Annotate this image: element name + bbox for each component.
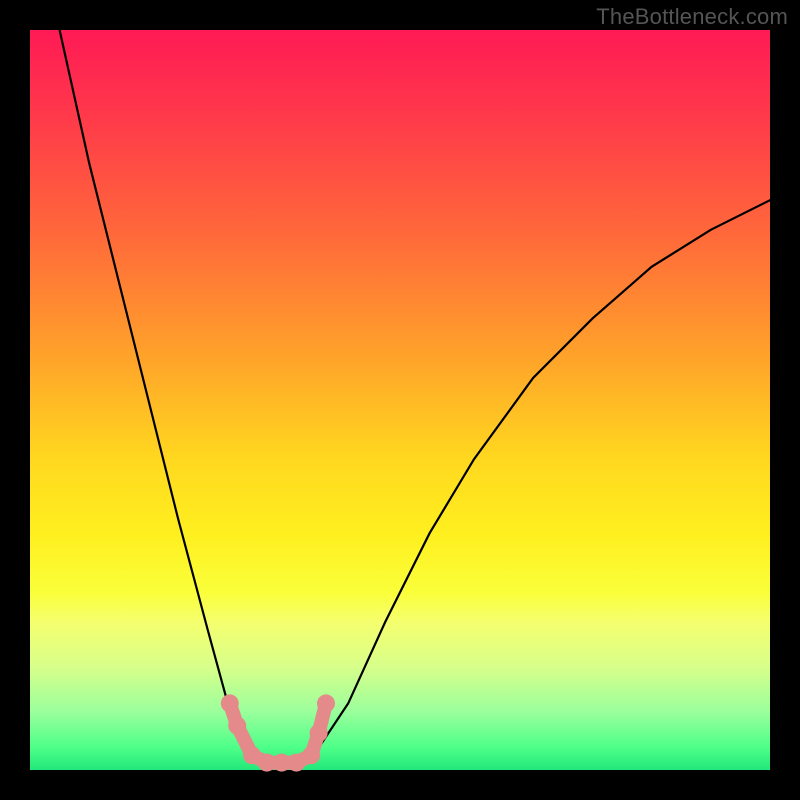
- watermark-text: TheBottleneck.com: [596, 4, 788, 30]
- valley-marker: [228, 717, 246, 735]
- marker-layer: [221, 694, 335, 771]
- bottleneck-curve-path: [60, 30, 770, 763]
- valley-marker: [302, 746, 320, 764]
- chart-svg: [0, 0, 800, 800]
- valley-marker: [221, 694, 239, 712]
- valley-marker: [317, 694, 335, 712]
- chart-frame: TheBottleneck.com: [0, 0, 800, 800]
- curve-layer: [60, 30, 770, 763]
- valley-marker: [310, 724, 328, 742]
